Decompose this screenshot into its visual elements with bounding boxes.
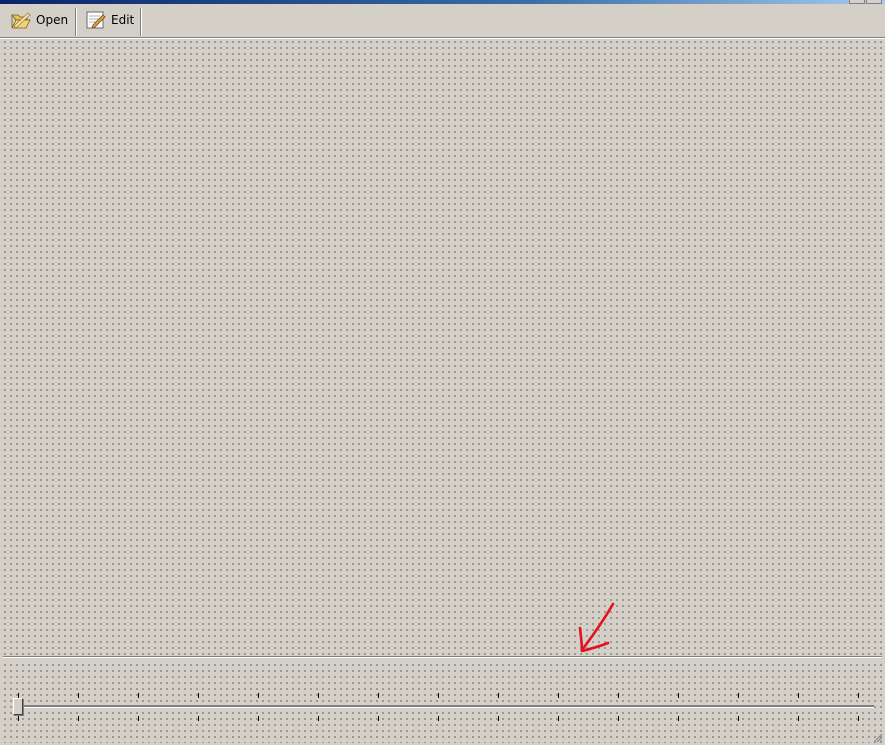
slider-tick-top <box>438 693 439 698</box>
design-canvas[interactable] <box>2 39 882 656</box>
slider-tick-top <box>498 693 499 698</box>
slider-tick-bottom <box>18 716 19 721</box>
slider-tick-bottom <box>738 716 739 721</box>
resize-grip-icon[interactable] <box>873 733 883 743</box>
slider-tick-top <box>558 693 559 698</box>
slider-tick-top <box>138 693 139 698</box>
slider-tick-top <box>258 693 259 698</box>
toolbar-separator <box>75 8 76 36</box>
slider-tick-bottom <box>258 716 259 721</box>
slider-tick-bottom <box>858 716 859 721</box>
open-button[interactable]: Open <box>10 8 68 32</box>
pencil-edit-icon <box>85 9 107 31</box>
slider-tick-top <box>198 693 199 698</box>
folder-open-icon <box>10 9 32 31</box>
slider-tick-bottom <box>798 716 799 721</box>
slider-tick-bottom <box>78 716 79 721</box>
slider-tick-bottom <box>618 716 619 721</box>
slider-thumb[interactable] <box>13 698 23 715</box>
slider-tick-top <box>858 693 859 698</box>
slider-tick-bottom <box>558 716 559 721</box>
slider-tick-bottom <box>198 716 199 721</box>
slider-tick-top <box>678 693 679 698</box>
slider-tick-bottom <box>318 716 319 721</box>
open-label: Open <box>36 13 69 27</box>
annotation-arrow-icon <box>578 602 615 653</box>
edit-label: Edit <box>111 13 135 27</box>
trackbar-slider[interactable] <box>10 690 874 724</box>
slider-tick-top <box>318 693 319 698</box>
slider-tick-top <box>738 693 739 698</box>
slider-track <box>14 705 874 708</box>
slider-tick-top <box>618 693 619 698</box>
slider-tick-bottom <box>138 716 139 721</box>
edit-button[interactable]: Edit <box>85 8 134 32</box>
slider-tick-top <box>18 693 19 698</box>
slider-tick-top <box>378 693 379 698</box>
slider-tick-bottom <box>678 716 679 721</box>
slider-tick-bottom <box>498 716 499 721</box>
toolbar-separator <box>140 8 141 36</box>
slider-tick-bottom <box>438 716 439 721</box>
slider-tick-top <box>78 693 79 698</box>
toolbar: Open Edit <box>0 4 885 38</box>
slider-tick-bottom <box>378 716 379 721</box>
slider-tick-top <box>798 693 799 698</box>
